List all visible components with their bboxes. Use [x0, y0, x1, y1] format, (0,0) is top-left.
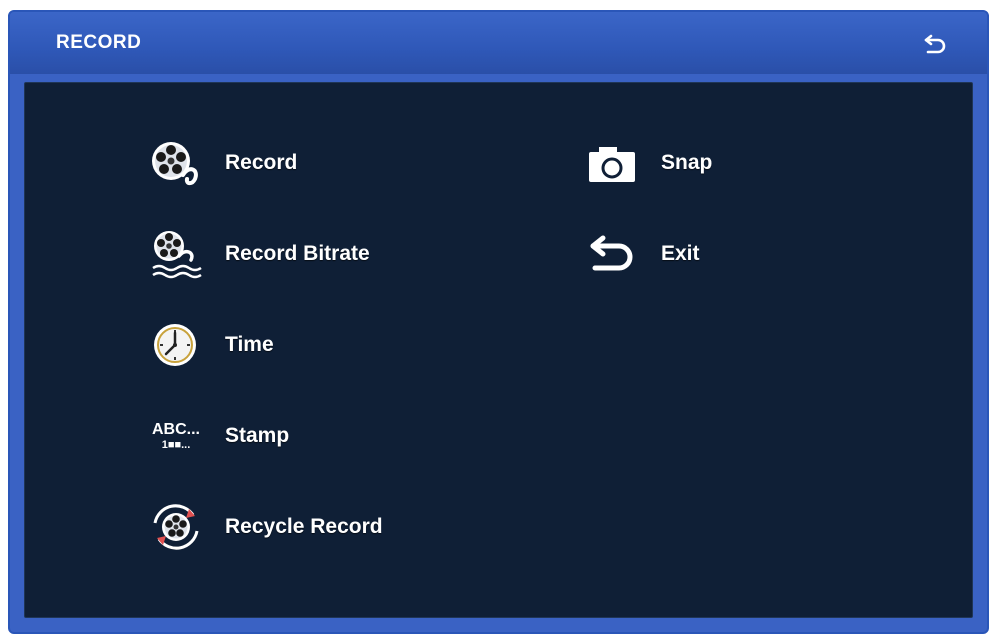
- film-reel-wave-icon: [145, 226, 207, 282]
- dvr-screen: RECORD Record Record Bitrate Time ABC...…: [0, 0, 995, 640]
- menu-item-exit[interactable]: Exit: [581, 226, 700, 282]
- menu-item-label: Record: [225, 151, 298, 174]
- menu-item-label: Stamp: [225, 424, 290, 447]
- camera-icon: [581, 135, 643, 191]
- title-bar: RECORD: [10, 12, 987, 74]
- stamp-icon-line1: ABC...: [152, 420, 200, 438]
- menu-item-time[interactable]: Time: [145, 317, 274, 373]
- back-button[interactable]: [923, 32, 951, 56]
- menu-item-record[interactable]: Record: [145, 135, 297, 191]
- window-title: RECORD: [56, 32, 142, 53]
- menu-item-snap[interactable]: Snap: [581, 135, 712, 191]
- record-window: RECORD Record Record Bitrate Time ABC...…: [8, 10, 989, 634]
- stamp-text-icon: ABC... 1■■...: [145, 408, 207, 464]
- back-arrow-icon: [924, 34, 946, 54]
- menu-item-recycle-record[interactable]: Recycle Record: [145, 499, 383, 555]
- menu-item-stamp[interactable]: ABC... 1■■... Stamp: [145, 408, 289, 464]
- recycle-reel-icon: [145, 499, 207, 555]
- menu-item-label: Snap: [661, 151, 713, 174]
- menu-item-label: Time: [225, 333, 274, 356]
- menu-item-label: Recycle Record: [225, 515, 383, 538]
- menu-item-record-bitrate[interactable]: Record Bitrate: [145, 226, 370, 282]
- clock-icon: [145, 317, 207, 373]
- menu-item-label: Exit: [661, 242, 700, 265]
- return-arrow-icon: [581, 226, 643, 282]
- menu-panel: Record Record Bitrate Time ABC... 1■■...…: [24, 82, 973, 618]
- film-reel-icon: [145, 135, 207, 191]
- menu-item-label: Record Bitrate: [225, 242, 370, 265]
- stamp-icon-line2: 1■■...: [161, 438, 191, 451]
